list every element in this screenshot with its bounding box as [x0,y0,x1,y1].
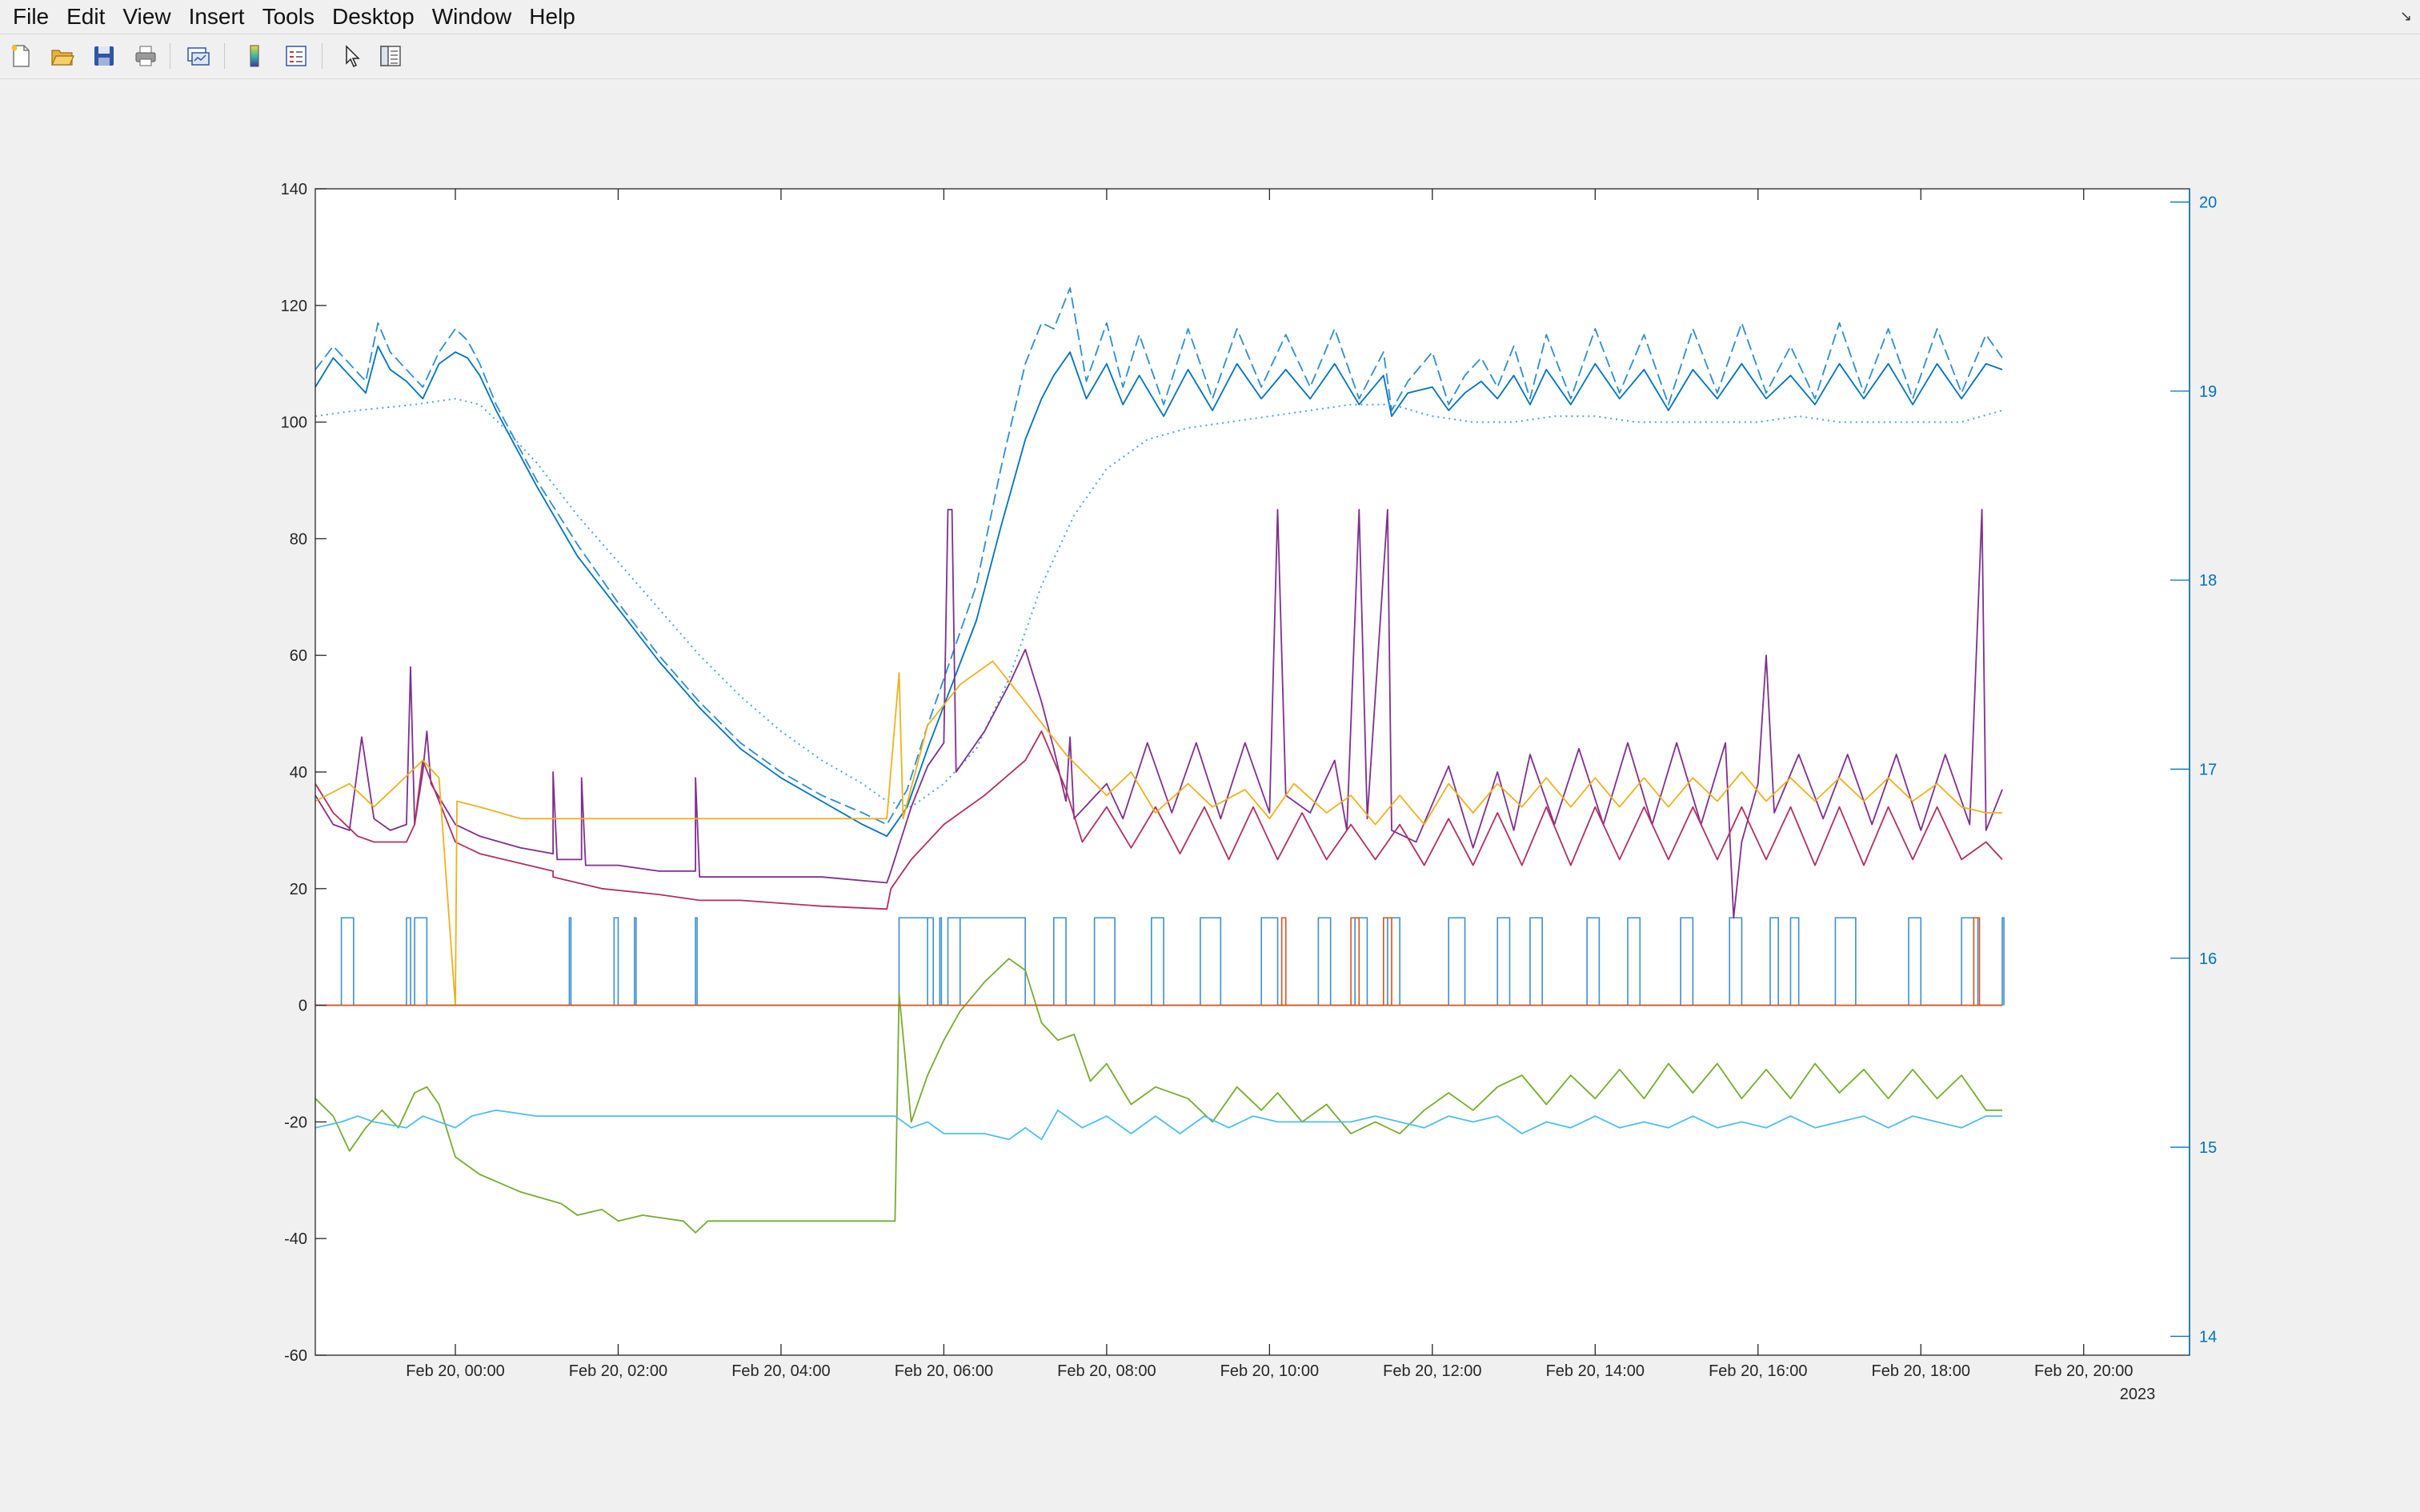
print-icon[interactable] [130,40,162,72]
left-y-tick-label: 80 [290,530,307,548]
right-y-tick-label: 16 [2199,950,2217,968]
menu-desktop[interactable]: Desktop [323,0,423,34]
x-tick-label: Feb 20, 08:00 [1057,1362,1156,1380]
open-file-icon[interactable] [46,40,78,72]
x-tick-label: Feb 20, 12:00 [1383,1362,1481,1380]
x-tick-label: Feb 20, 00:00 [406,1362,504,1380]
x-tick-label: Feb 20, 02:00 [569,1362,667,1380]
left-y-tick-label: 60 [290,647,307,665]
link-plot-icon[interactable] [182,40,214,72]
right-y-tick-label: 15 [2199,1139,2217,1157]
x-tick-label: Feb 20, 10:00 [1220,1362,1319,1380]
dock-arrow-icon[interactable]: ↘ [2400,8,2412,25]
menu-insert[interactable]: Insert [180,0,254,34]
x-tick-label: Feb 20, 20:00 [2034,1362,2133,1380]
toolbar-separator [322,43,323,69]
left-y-tick-label: 0 [298,998,307,1015]
figure-toolbar [0,35,2420,79]
left-y-tick-label: 140 [281,181,307,198]
menu-bar: File Edit View Insert Tools Desktop Wind… [0,0,2420,34]
axes-background [315,189,2190,1355]
right-y-tick-label: 17 [2199,761,2217,778]
save-icon[interactable] [88,40,120,72]
left-y-tick-label: -60 [284,1347,307,1365]
left-y-tick-label: 40 [290,764,307,782]
menu-edit[interactable]: Edit [58,0,114,34]
left-y-tick-label: 20 [290,881,307,898]
insert-colorbar-icon[interactable] [238,40,270,72]
figure-canvas[interactable]: -60 -40 -20 0 20 40 60 80 100 120 140 14 15 16 17 18 19 2… [0,78,2420,1512]
menu-help[interactable]: Help [520,0,584,34]
left-y-tick-label: 100 [281,414,307,432]
x-tick-label: Feb 20, 04:00 [731,1362,830,1380]
left-y-tick-label: -40 [284,1230,307,1248]
menu-tools[interactable]: Tools [254,0,323,34]
property-inspector-icon[interactable] [375,40,407,72]
right-y-tick-label: 20 [2199,194,2217,212]
x-tick-label: Feb 20, 06:00 [895,1362,993,1380]
x-tick-label: Feb 20, 16:00 [1709,1362,1807,1380]
insert-legend-icon[interactable] [280,40,312,72]
toolbar-separator [224,43,225,69]
left-y-tick-label: -20 [284,1114,307,1131]
right-y-tick-label: 18 [2199,572,2217,590]
left-y-tick-label: 120 [281,298,307,315]
edit-plot-arrow-icon[interactable] [336,40,368,72]
menu-window[interactable]: Window [423,0,521,34]
right-y-tick-label: 14 [2199,1328,2217,1346]
x-tick-label: Feb 20, 14:00 [1546,1362,1645,1380]
menu-view[interactable]: View [114,0,179,34]
x-tick-label: Feb 20, 18:00 [1872,1362,1970,1380]
x-axis-year-label: 2023 [2120,1386,2156,1403]
new-figure-icon[interactable] [5,40,37,72]
right-y-tick-label: 19 [2199,383,2217,401]
menu-file[interactable]: File [0,0,58,34]
